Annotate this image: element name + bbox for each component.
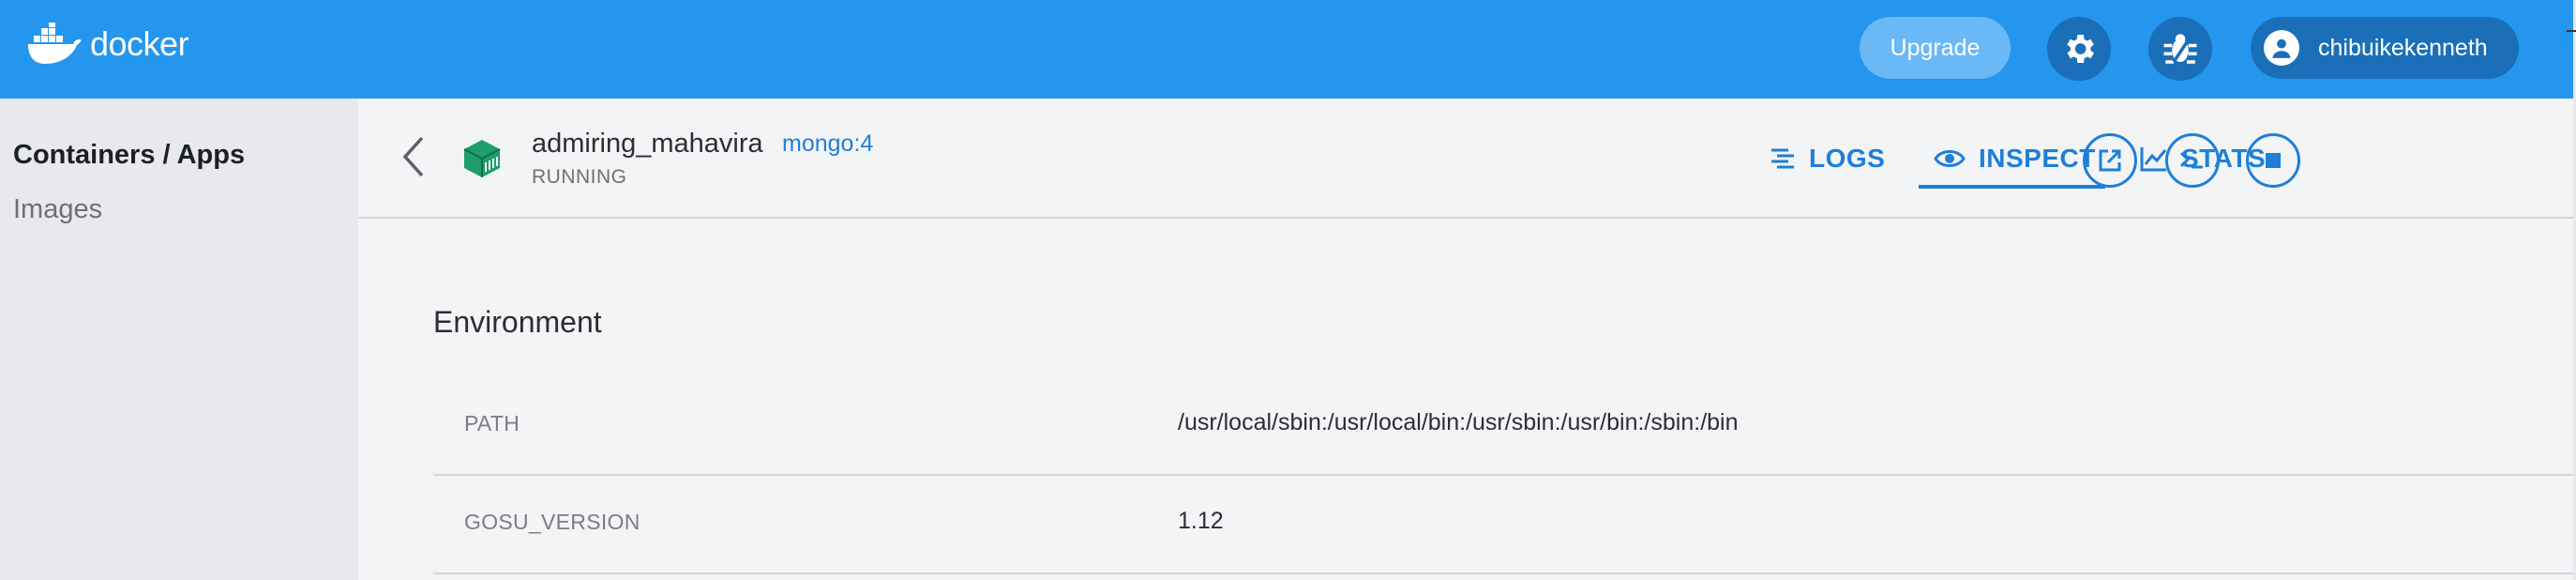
chart-icon bbox=[2140, 147, 2167, 172]
user-icon bbox=[2264, 30, 2299, 66]
settings-button[interactable] bbox=[2047, 17, 2111, 81]
top-bar: docker Upgrade chibuikekenneth bbox=[0, 0, 2576, 99]
env-key: GOSU_VERSION bbox=[464, 510, 640, 534]
env-value[interactable]: 1.12 bbox=[1178, 508, 1224, 535]
sidebar-item-images[interactable]: Images bbox=[13, 194, 102, 225]
tab-logs[interactable]: LOGS bbox=[1770, 136, 1885, 181]
upgrade-button[interactable]: Upgrade bbox=[1860, 17, 2011, 79]
user-name: chibuikekenneth bbox=[2318, 34, 2488, 61]
tab-inspect-label: INSPECT bbox=[1979, 144, 2096, 173]
container-status: RUNNING bbox=[532, 166, 627, 188]
container-image-link[interactable]: mongo:4 bbox=[782, 130, 873, 158]
env-value[interactable]: /usr/local/sbin:/usr/local/bin:/usr/sbin… bbox=[1178, 409, 1739, 436]
troubleshoot-button[interactable] bbox=[2148, 17, 2212, 81]
open-in-browser-button[interactable] bbox=[2083, 133, 2137, 188]
container-header: admiring_mahavira mongo:4 RUNNING LOGS I… bbox=[358, 99, 2576, 219]
container-running-icon bbox=[461, 138, 503, 184]
eye-icon bbox=[1934, 150, 1966, 167]
back-button[interactable] bbox=[401, 134, 426, 184]
docker-whale-icon bbox=[28, 23, 82, 64]
external-link-icon bbox=[2099, 149, 2121, 172]
terminal-icon bbox=[2179, 151, 2203, 169]
docker-logo[interactable]: docker bbox=[26, 23, 189, 66]
env-row: PATH /usr/local/sbin:/usr/local/bin:/usr… bbox=[433, 377, 2576, 476]
docker-logo-text: docker bbox=[90, 24, 189, 63]
tab-logs-label: LOGS bbox=[1809, 144, 1886, 173]
chevron-left-icon bbox=[402, 136, 424, 177]
env-row: GOSU_VERSION 1.12 bbox=[433, 476, 2576, 574]
user-account-button[interactable]: chibuikekenneth bbox=[2251, 17, 2519, 79]
sidebar: Containers / Apps Images bbox=[0, 99, 358, 580]
gear-icon bbox=[2067, 35, 2094, 63]
logs-icon bbox=[1771, 148, 1794, 169]
tab-inspect[interactable]: INSPECT bbox=[1934, 136, 2096, 181]
env-key: PATH bbox=[464, 411, 520, 435]
window-edge-tick bbox=[2567, 30, 2576, 32]
container-name: admiring_mahavira bbox=[532, 129, 763, 159]
bug-icon bbox=[2163, 34, 2197, 64]
sidebar-item-containers-apps[interactable]: Containers / Apps bbox=[13, 140, 245, 171]
environment-section-title: Environment bbox=[433, 305, 602, 339]
active-tab-indicator bbox=[1919, 185, 2105, 189]
cli-button[interactable] bbox=[2165, 133, 2220, 188]
stop-icon bbox=[2266, 153, 2281, 168]
stop-button[interactable] bbox=[2246, 133, 2300, 188]
